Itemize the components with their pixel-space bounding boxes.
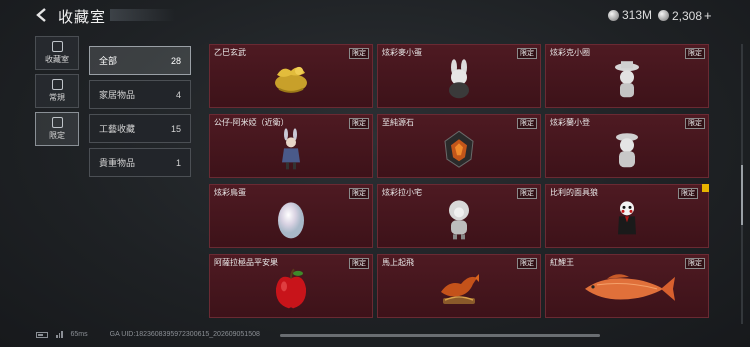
item-card[interactable]: 公仔-阿米婭（近衛） 限定 [209,114,373,178]
red-carp-icon [585,274,675,301]
currency-silver: 313M [608,8,652,22]
footer-bar [280,334,600,337]
category-label: 工藝收藏 [99,124,136,134]
currency-value: 313M [622,8,653,22]
category-count: 28 [170,55,181,66]
battery-icon [36,331,48,338]
back-arrow-icon[interactable] [34,7,50,23]
top-bar: 收藏室 313M 2,308 + [0,0,750,30]
silver-figurine-icon [616,133,638,168]
footer-bar-fill [280,334,600,337]
item-card[interactable]: 紅鯉王 限定 [545,254,709,318]
uid-text: GA UID:1823608395972300615_202609051508 [109,331,260,338]
horse-statue-icon [441,274,479,305]
rabbit-egg-figurine-icon [449,59,469,99]
item-card[interactable]: 至純源石 限定 [377,114,541,178]
add-currency-button[interactable]: + [704,8,712,23]
item-name: 炫彩鳥蛋 [214,188,246,197]
item-card[interactable]: 炫彩克小圈 限定 [545,44,709,108]
golden-dragon-figurine-icon [275,66,307,93]
scrollbar-thumb[interactable] [741,165,743,225]
alert-icon [702,184,709,192]
limited-badge: 限定 [517,258,537,269]
status-footer: 65ms GA UID:1823608395972300615_20260905… [36,331,260,338]
tab-regular[interactable]: 常規 [35,74,79,108]
item-name: 紅鯉王 [550,258,574,267]
item-name: 公仔-阿米婭（近衛） [214,118,289,127]
limited-badge: 限定 [517,118,537,129]
currency-value: 2,308 [672,8,703,23]
category-count: 15 [170,123,181,134]
category-count: 1 [175,157,181,168]
item-name: 阿薩拉極品平安果 [214,258,278,267]
currency-premium: 2,308 + [658,8,712,23]
limited-badge: 限定 [349,188,369,199]
item-name: 炫彩拉小宅 [382,188,422,197]
limited-badge: 限定 [349,48,369,59]
item-card[interactable]: 乙巳玄武 限定 [209,44,373,108]
item-card[interactable]: 阿薩拉極品平安果 限定 [209,254,373,318]
item-grid: 乙巳玄武 限定 炫彩麥小蛋 限定 炫彩克小圈 限定 公仔-阿米婭（近衛） 限定 … [207,44,710,324]
item-name: 炫彩麥小蛋 [382,48,422,57]
hat-figurine-icon [615,61,639,98]
item-name: 乙巳玄武 [214,48,246,57]
pearl-egg-icon [278,202,304,239]
limited-badge: 限定 [685,48,705,59]
item-card[interactable]: 炫彩鳥蛋 限定 [209,184,373,248]
item-name: 炫彩克小圈 [550,48,590,57]
limited-badge: 限定 [685,258,705,269]
item-name: 至純源石 [382,118,414,127]
tab-label: 常規 [49,93,65,102]
amiya-figure-icon [282,128,300,170]
category-label: 貴重物品 [99,158,136,168]
originium-stone-icon [444,130,474,168]
category-valuables[interactable]: 貴重物品 1 [89,148,191,177]
title-decoration [110,9,175,21]
limited-icon [51,117,63,128]
billy-puppet-icon [618,201,636,235]
tab-limited[interactable]: 限定 [35,112,79,146]
limited-badge: 限定 [349,258,369,269]
tab-collection-room[interactable]: 收藏室 [35,36,79,70]
limited-badge: 限定 [517,188,537,199]
item-card[interactable]: 比利的面具狼 限定 [545,184,709,248]
hooded-figurine-icon [449,200,469,240]
category-household[interactable]: 家居物品 4 [89,80,191,109]
item-card[interactable]: 炫彩蘭小登 限定 [545,114,709,178]
page-title: 收藏室 [58,9,107,26]
category-all[interactable]: 全部 28 [89,46,191,75]
item-name: 炫彩蘭小登 [550,118,590,127]
category-label: 全部 [99,56,118,66]
limited-badge: 限定 [678,188,698,199]
silver-coin-icon [608,9,619,21]
signal-icon [56,331,63,338]
collection-room-icon [51,41,63,52]
ping-text: 65ms [70,331,88,338]
limited-badge: 限定 [685,118,705,129]
regular-icon [51,79,63,90]
red-apple-icon [275,268,307,309]
category-count: 4 [175,89,181,100]
item-name: 馬上起飛 [382,258,414,267]
item-card[interactable]: 馬上起飛 限定 [377,254,541,318]
silver-coin-icon [658,10,669,21]
tab-label: 限定 [49,131,65,140]
item-card[interactable]: 炫彩麥小蛋 限定 [377,44,541,108]
limited-badge: 限定 [349,118,369,129]
item-card[interactable]: 炫彩拉小宅 限定 [377,184,541,248]
tab-label: 收藏室 [45,55,69,64]
item-name: 比利的面具狼 [550,188,598,197]
category-crafts[interactable]: 工藝收藏 15 [89,114,191,143]
limited-badge: 限定 [517,48,537,59]
category-label: 家居物品 [99,90,136,100]
